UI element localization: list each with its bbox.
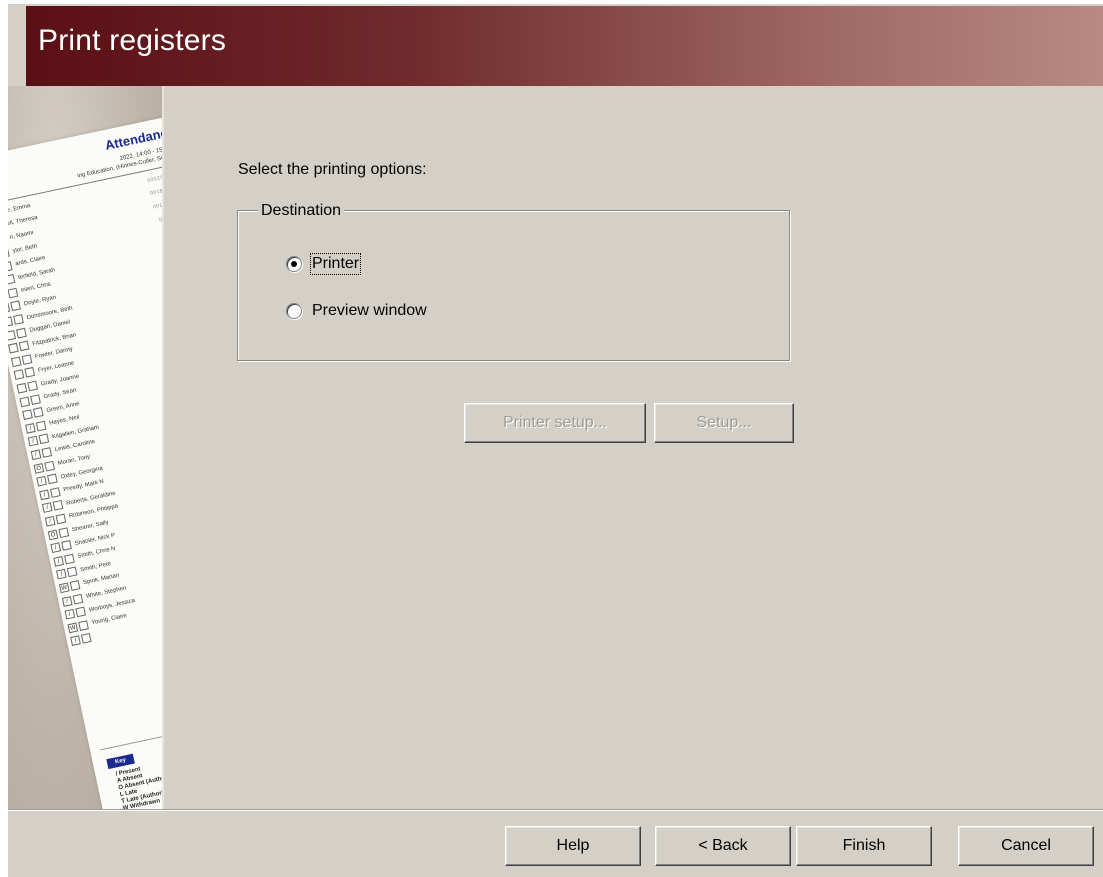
radio-printer[interactable]: Printer: [286, 253, 362, 275]
register-checkbox: [80, 633, 92, 644]
register-checkbox: [27, 380, 38, 392]
register-checkbox: [52, 500, 64, 511]
register-mark: /: [61, 595, 73, 607]
register-mark: /: [30, 449, 42, 461]
radio-preview-window[interactable]: Preview window: [286, 302, 427, 320]
register-mark: /: [64, 608, 76, 620]
register-mark: /: [50, 542, 62, 554]
register-mark: O: [47, 529, 59, 540]
register-checkbox: [47, 473, 58, 485]
key-list: / Present A Absent O Absent (Authori L Late…: [115, 761, 162, 810]
destination-legend: Destination: [258, 202, 345, 220]
key-badge: Key: [106, 753, 135, 770]
register-mark: [22, 409, 33, 421]
register-mark: /: [41, 502, 53, 514]
register-mark: [8, 329, 16, 341]
register-checkbox: [38, 433, 50, 445]
register-checkbox: [15, 327, 27, 339]
register-mark: /: [36, 476, 47, 487]
register-checkbox: [21, 354, 33, 365]
register-code: 000231845: [146, 171, 164, 184]
register-checkbox: [10, 300, 22, 312]
register-checkbox: [32, 407, 44, 418]
register-mark: /: [70, 635, 81, 647]
register-checkbox: [18, 340, 30, 352]
register-mark: [19, 396, 31, 407]
destination-groupbox: [237, 210, 790, 361]
register-mark: [8, 343, 19, 354]
wizard-header: Print registers: [26, 6, 1103, 86]
register-checkbox: [64, 553, 75, 565]
register-mark: /: [44, 515, 56, 527]
register-mark: /: [56, 569, 67, 580]
register-checkbox: [8, 260, 13, 272]
radio-preview-label[interactable]: Preview window: [312, 302, 427, 320]
register-checkbox: [41, 447, 53, 458]
register-mark: /: [27, 436, 39, 447]
side-illustration: Attendanc 2022, 14:00 - 15:00 ing Educat…: [8, 86, 164, 810]
register-checkbox: [75, 606, 87, 618]
register-checkbox: [35, 420, 47, 432]
register-checkbox: [8, 274, 16, 285]
printing-options-prompt: Select the printing options:: [238, 161, 427, 178]
register-mark: [16, 382, 28, 394]
register-mark: [10, 356, 22, 368]
register-checkbox: [8, 287, 19, 299]
paper-key-section: Key / Present A Absent O Absent (Authori L …: [100, 711, 162, 810]
register-mark: W: [67, 622, 79, 633]
wizard-title: Print registers: [38, 24, 227, 57]
register-checkbox: [49, 487, 61, 498]
setup-button[interactable]: Setup...: [654, 403, 794, 443]
register-mark: O: [33, 462, 45, 474]
register-checkbox: [30, 393, 41, 405]
cancel-button[interactable]: Cancel: [958, 826, 1094, 866]
register-checkbox: [78, 619, 89, 631]
back-button[interactable]: < Back: [655, 826, 791, 866]
register-checkbox: [55, 513, 67, 525]
register-checkbox: [44, 460, 55, 472]
register-checkbox: [61, 540, 72, 551]
register-checkbox: [13, 314, 24, 325]
help-button[interactable]: Help: [505, 826, 641, 866]
register-checkbox: [24, 367, 36, 379]
register-mark: [8, 316, 14, 328]
register-mark: W: [58, 582, 70, 594]
register-mark: /: [39, 489, 50, 500]
radio-printer-indicator[interactable]: [286, 256, 302, 272]
register-checkbox: [69, 580, 81, 591]
printer-setup-button[interactable]: Printer setup...: [464, 403, 646, 443]
radio-preview-indicator[interactable]: [286, 303, 302, 319]
register-mark: /: [53, 555, 64, 567]
radio-printer-label[interactable]: Printer: [309, 253, 362, 275]
finish-button[interactable]: Finish: [796, 826, 932, 866]
register-checkbox: [72, 593, 84, 605]
register-checkbox: [58, 526, 70, 538]
register-mark: [13, 369, 25, 381]
register-code: 005: [162, 291, 164, 305]
register-checkbox: [8, 247, 10, 259]
register-mark: /: [25, 422, 36, 434]
register-checkbox: [66, 566, 78, 578]
